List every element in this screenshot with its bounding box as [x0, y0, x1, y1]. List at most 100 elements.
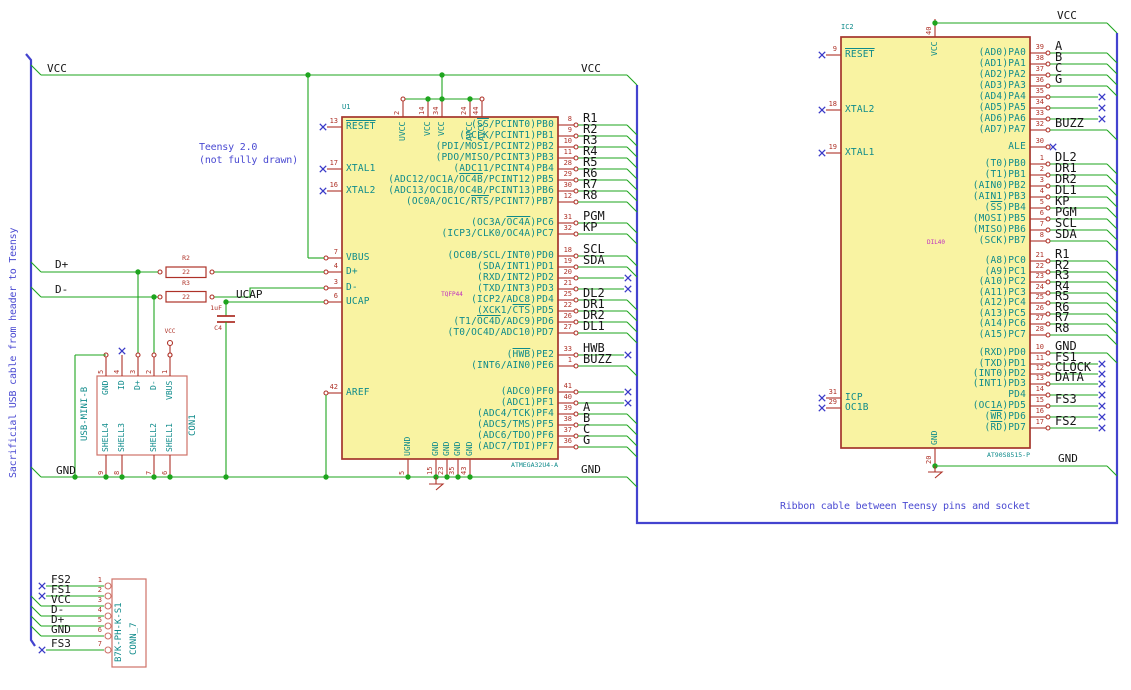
- net-label-R8[interactable]: R8: [1055, 322, 1069, 334]
- pin-number: 7: [333, 248, 338, 256]
- pin-number: 6: [97, 626, 102, 634]
- pin-number: 17: [1035, 418, 1044, 426]
- pin-number: 4: [113, 369, 121, 374]
- pin-number: 11: [1035, 354, 1044, 362]
- power-label-VCC[interactable]: VCC: [47, 63, 67, 74]
- pin-name: (AIN1)PB3: [972, 191, 1026, 202]
- net-label-G[interactable]: G: [583, 434, 590, 446]
- net-label-SDA[interactable]: SDA: [583, 254, 605, 266]
- pin-name: SHELL4: [101, 423, 110, 452]
- pin-number: 10: [563, 137, 572, 145]
- pin-number: 4: [333, 262, 338, 270]
- pin-name: (AD7)PA7: [978, 124, 1026, 135]
- power-label-VCC[interactable]: VCC: [581, 63, 601, 74]
- pin-number: 36: [1035, 76, 1044, 84]
- pin-name: GND: [431, 441, 440, 456]
- pin-name: SHELL2: [149, 423, 158, 452]
- connector-ref-CON1[interactable]: CON1: [188, 414, 198, 436]
- net-label-GND[interactable]: GND: [51, 624, 71, 635]
- pin-number: 29: [828, 398, 837, 406]
- pin-name: (AD1)PA1: [978, 58, 1026, 69]
- pin-number: 21: [1035, 251, 1044, 259]
- pin-number: 6: [161, 470, 169, 475]
- pin-name: (SDA/INT1)PD1: [477, 261, 554, 272]
- note-teensy-line2[interactable]: (not fully drawn): [199, 156, 298, 166]
- note-ribbon-cable[interactable]: Ribbon cable between Teensy pins and soc…: [780, 502, 1030, 512]
- pin-name: (T1/OC4D/ADC9)PD6: [453, 316, 554, 327]
- note-teensy-line1[interactable]: Teensy 2.0: [199, 143, 257, 153]
- power-label-VCC[interactable]: VCC: [1057, 10, 1077, 21]
- pin-name: (SCK)PB7: [978, 235, 1026, 246]
- pin-name: UVCC: [398, 121, 407, 141]
- pin-name: AREF: [346, 387, 370, 398]
- pin-name: (AD6)PA6: [978, 113, 1026, 124]
- connector-ref-CONN7[interactable]: CONN_7: [129, 622, 139, 655]
- pin-number: 40: [925, 26, 933, 35]
- pin-name: (TXD/INT3)PD3: [477, 283, 554, 294]
- pin-name: D+: [346, 266, 358, 277]
- pin-name: (ADC5/TMS)PF5: [477, 419, 554, 430]
- chip-ref-IC2[interactable]: IC2: [841, 24, 854, 31]
- pin-number: 35: [1035, 87, 1044, 95]
- net-label-SDA[interactable]: SDA: [1055, 228, 1077, 240]
- pin-number: 24: [460, 106, 468, 115]
- pin-name: (AD2)PA2: [978, 69, 1026, 80]
- pin-number: 6: [1039, 209, 1044, 217]
- pin-name: (ADC7/TDI)PF7: [477, 441, 554, 452]
- pin-number: 8: [113, 470, 121, 475]
- net-label-DATA[interactable]: DATA: [1055, 371, 1084, 383]
- pin-name: (ADC13/OC1B/OC4B/PCINT13)PB6: [388, 185, 554, 196]
- pin-number: 5: [398, 470, 406, 475]
- power-label-GND[interactable]: GND: [1058, 453, 1078, 464]
- chip-value-IC2[interactable]: AT90S8515-P: [987, 452, 1030, 459]
- pin-number: 10: [1035, 343, 1044, 351]
- pin-number: 42: [329, 383, 338, 391]
- pin-name: (MOSI)PB5: [972, 213, 1026, 224]
- pin-number: 25: [563, 290, 572, 298]
- pin-number: 20: [925, 455, 933, 464]
- pin-number: 28: [563, 159, 572, 167]
- resistor-ref-R3: R3: [182, 279, 190, 287]
- power-label-D+[interactable]: D+: [55, 259, 68, 270]
- pin-name: (ADC12/OC1A/OC4B/PCINT12)PB5: [388, 174, 554, 185]
- pin-name: AVCC: [477, 121, 486, 141]
- note-sacrificial-usb[interactable]: Sacrificial USB cable from header to Tee…: [8, 228, 19, 478]
- connector-value-CONN7[interactable]: B7K-PH-K-S1: [114, 602, 124, 662]
- chip-ref-U1[interactable]: U1: [342, 104, 350, 111]
- pin-number: 12: [1035, 364, 1044, 372]
- pin-number: 9: [832, 45, 837, 53]
- chip-value-U1[interactable]: ATMEGA32U4-A: [511, 462, 558, 469]
- pin-number: 7: [1039, 220, 1044, 228]
- capacitor-ref-C4: C4: [214, 324, 222, 332]
- net-label-FS3[interactable]: FS3: [1055, 393, 1077, 405]
- pin-number: 15: [1035, 396, 1044, 404]
- net-label-G[interactable]: G: [1055, 73, 1062, 85]
- pin-number: 3: [333, 278, 338, 286]
- power-label-GND[interactable]: GND: [581, 464, 601, 475]
- pin-name: XTAL2: [845, 104, 875, 115]
- pin-name: OC1B: [845, 402, 869, 413]
- net-label-BUZZ[interactable]: BUZZ: [583, 353, 612, 365]
- pin-number: 3: [97, 596, 102, 604]
- pin-name: (A10)PC2: [978, 276, 1026, 287]
- pin-number: 2: [145, 369, 153, 374]
- net-label-KP[interactable]: KP: [583, 221, 597, 233]
- power-label-D-[interactable]: D-: [55, 284, 68, 295]
- pin-number: 44: [472, 106, 480, 115]
- power-label-UCAP[interactable]: UCAP: [236, 289, 263, 300]
- net-label-BUZZ[interactable]: BUZZ: [1055, 117, 1084, 129]
- net-label-R8[interactable]: R8: [583, 189, 597, 201]
- pin-name: VBUS: [346, 252, 370, 263]
- power-label-GND[interactable]: GND: [56, 465, 76, 476]
- pin-number: 14: [418, 106, 426, 115]
- net-label-FS2[interactable]: FS2: [1055, 415, 1077, 427]
- connector-value-CON1[interactable]: USB-MINI-B: [80, 387, 90, 441]
- capacitor-value-C4: 1uF: [210, 304, 222, 312]
- pin-name: (RXD)PD0: [978, 347, 1026, 358]
- pin-name: (OC0A/OC1C/RTS/PCINT7)PB7: [405, 196, 554, 207]
- resistor-value-R2: 22: [182, 268, 190, 276]
- net-label-FS3[interactable]: FS3: [51, 638, 71, 649]
- pin-name: (OC1A)PD5: [972, 400, 1026, 411]
- pin-number: 3: [129, 369, 137, 374]
- net-label-DL1[interactable]: DL1: [583, 320, 605, 332]
